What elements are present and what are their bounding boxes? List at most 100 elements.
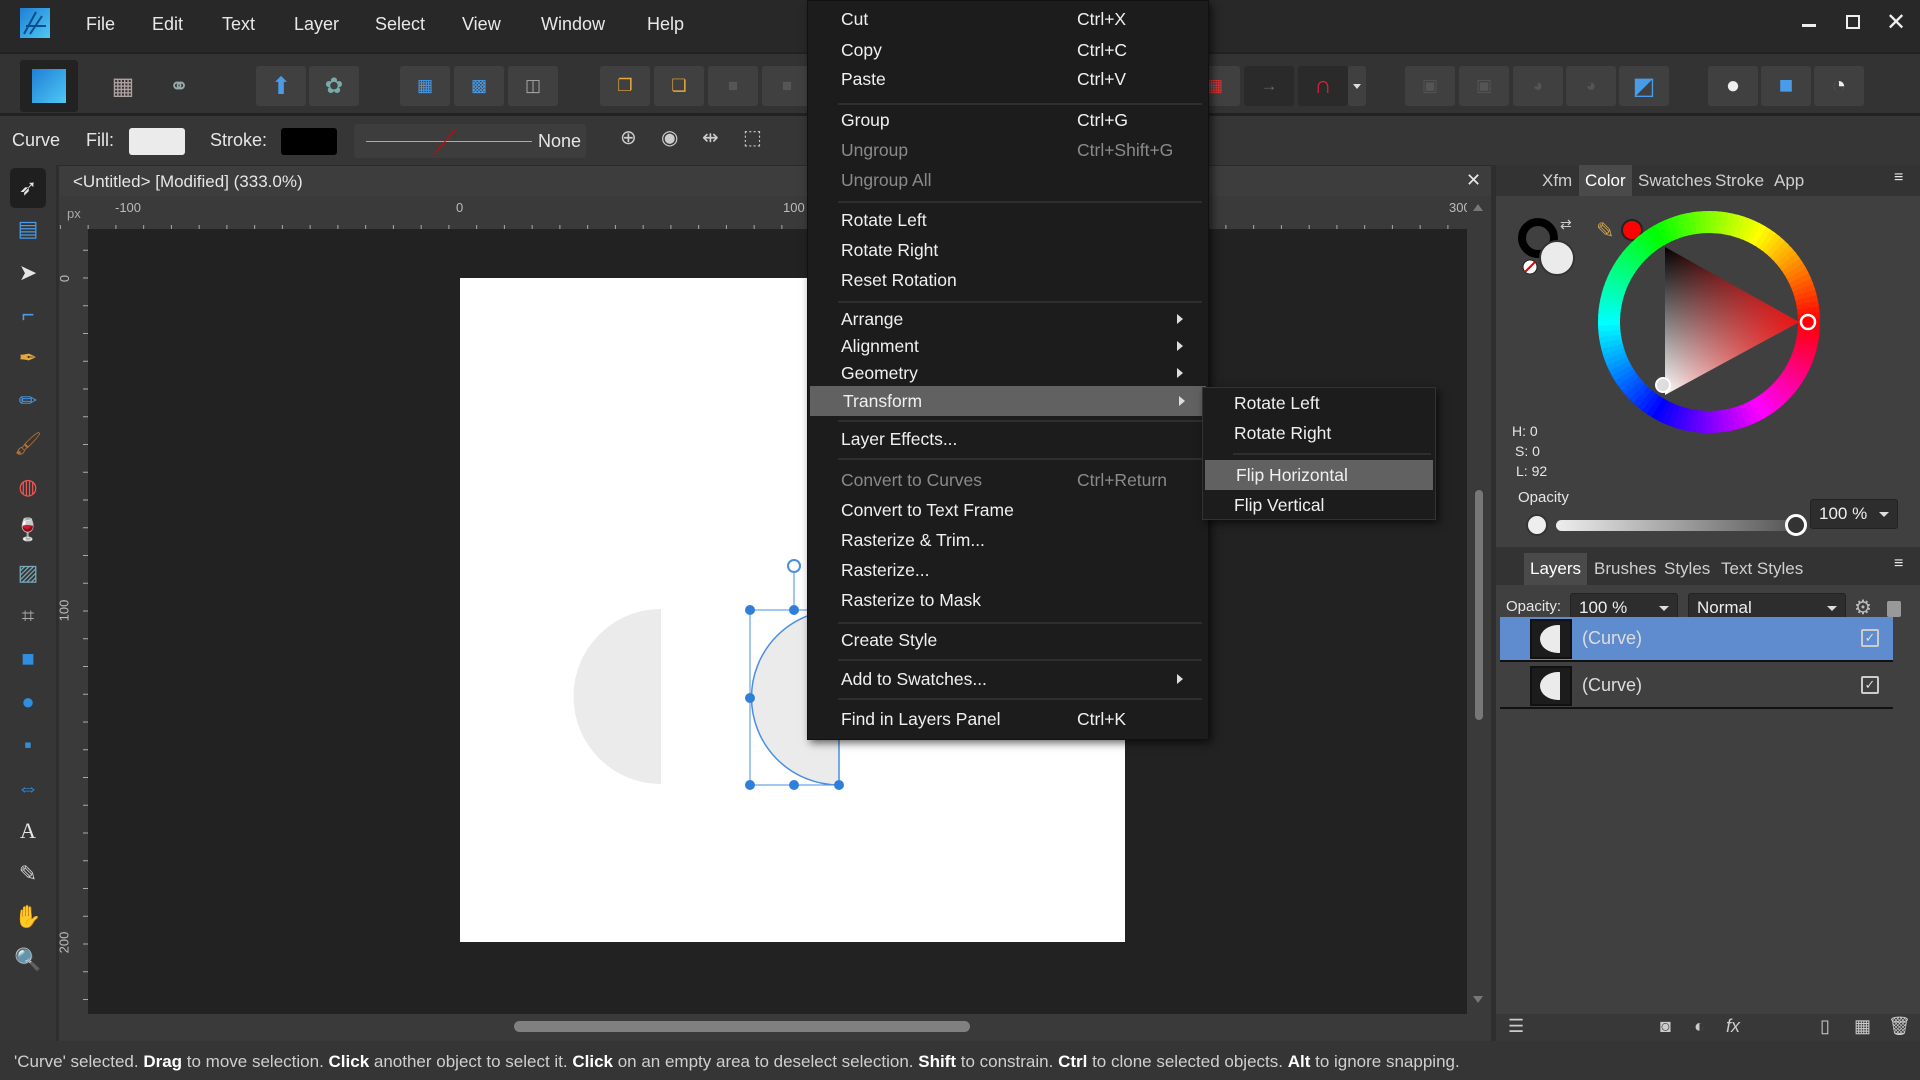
menu-item-find-in-layers-panel[interactable]: Find in Layers Panel Ctrl+K [808,704,1208,734]
submenu-item-rotate-left[interactable]: Rotate Left [1203,388,1435,418]
adjustment-icon[interactable]: ◐ [1694,1016,1705,1037]
menu-item-rotate-left[interactable]: Rotate Left [808,205,1208,235]
close-document-icon[interactable]: ✕ [1466,170,1481,191]
transform-objects-icon[interactable]: ⬚ [743,125,769,155]
snapping-dropdown[interactable] [1348,66,1366,106]
boolean-divide-icon[interactable]: ◩ [1619,66,1669,106]
menu-item-geometry[interactable]: Geometry [808,358,1208,388]
node-tool-icon[interactable]: ➤ [10,255,46,291]
arrange-back-icon[interactable]: ❏ [654,66,704,106]
snapping-magnet-icon[interactable]: ∩ [1298,66,1348,106]
menu-item-layer-effects[interactable]: Layer Effects... [808,424,1208,454]
pixel-layer-icon[interactable]: ▦ [1854,1016,1871,1037]
vector-brush-tool-icon[interactable]: 🖌 [10,426,46,462]
tab-xfm[interactable]: Xfm [1536,165,1578,196]
pencil-tool-icon[interactable]: ✏ [10,383,46,419]
color-picker-tool-icon[interactable]: ✎ [10,856,46,892]
fill-swatch[interactable] [129,128,185,155]
tab-stroke[interactable]: Stroke [1709,165,1770,196]
menu-window[interactable]: Window [541,14,605,35]
menu-item-ungroup-all[interactable]: Ungroup All [808,165,1208,195]
boolean-add-icon[interactable]: ▣ [1405,66,1455,106]
panel-menu-icon[interactable]: ≡ [1894,555,1903,573]
tab-styles[interactable]: Styles [1658,553,1716,584]
select-grid-icon[interactable]: ▩ [454,66,504,106]
opacity-slider-handle[interactable] [1785,514,1807,536]
tab-swatches[interactable]: Swatches [1632,165,1718,196]
menu-item-paste[interactable]: Paste Ctrl+V [808,64,1208,94]
menu-item-convert-to-curves[interactable]: Convert to Curves Ctrl+Return [808,465,1208,495]
menu-item-add-to-swatches[interactable]: Add to Swatches... [808,664,1208,694]
corner-tool-icon[interactable]: ⌐ [10,297,46,333]
layer-row[interactable]: (Curve) ✓ [1500,617,1893,662]
pen-tool-icon[interactable]: ✒ [10,340,46,376]
menu-item-arrange[interactable]: Arrange [808,304,1208,334]
place-image-tool-icon[interactable]: ▨ [10,555,46,591]
menu-layer[interactable]: Layer [294,14,339,35]
chevron-down-icon[interactable] [1827,606,1837,611]
submenu-item-flip-horizontal[interactable]: Flip Horizontal [1205,460,1433,490]
text-tool-icon[interactable]: A [10,813,46,849]
restore-icon[interactable] [1846,15,1860,29]
close-icon[interactable]: ✕ [1886,8,1906,37]
vertical-scroll-thumb[interactable] [1475,490,1483,720]
select-all-icon[interactable]: ▦ [400,66,450,106]
transparency-tool-icon[interactable]: 🍷 [10,512,46,548]
rounded-rectangle-tool-icon[interactable]: ▪ [10,727,46,763]
stroke-swatch[interactable] [281,128,337,155]
chevron-down-icon[interactable] [1879,512,1889,517]
ellipse-tool-icon[interactable]: ● [10,684,46,720]
chevron-down-icon[interactable] [1659,606,1669,611]
vertical-scrollbar[interactable] [1467,196,1491,1014]
arrow-shape-tool-icon[interactable]: ⇔ [10,770,46,806]
rectangle-tool-icon[interactable]: ■ [10,641,46,677]
submenu-item-rotate-right[interactable]: Rotate Right [1203,418,1435,448]
canvas[interactable] [88,229,1467,1014]
sync-icon[interactable]: ⬆ [256,66,306,106]
flip-icon[interactable]: ⇹ [702,125,728,155]
fill-tool-icon[interactable]: ◍ [10,469,46,505]
sync-off-icon[interactable]: ✿ [309,66,359,106]
opacity-slider[interactable] [1556,520,1796,531]
lock-icon[interactable] [1887,601,1901,617]
tab-text-styles[interactable]: Text Styles [1715,553,1809,584]
pixel-persona-icon[interactable]: ▦ [98,66,148,106]
menu-select[interactable]: Select [375,14,425,35]
document-tab[interactable]: <Untitled> [Modified] (333.0%) ✕ [59,165,1491,196]
trash-icon[interactable]: 🗑 [1888,1016,1911,1037]
horizontal-scroll-thumb[interactable] [514,1021,970,1032]
menu-item-rasterize[interactable]: Rasterize... [808,555,1208,585]
show-bounds-icon[interactable]: ◉ [661,125,687,155]
menu-edit[interactable]: Edit [152,14,183,35]
fx-icon[interactable]: fx [1726,1016,1740,1037]
boolean-subtract-icon[interactable]: ▣ [1459,66,1509,106]
designer-persona-button[interactable] [20,60,78,112]
menu-item-reset-rotation[interactable]: Reset Rotation [808,265,1208,295]
menu-item-create-style[interactable]: Create Style [808,625,1208,655]
menu-item-ungroup[interactable]: Ungroup Ctrl+Shift+G [808,135,1208,165]
layer-row[interactable]: (Curve) ✓ [1500,664,1893,709]
layer-visibility-checkbox[interactable]: ✓ [1861,629,1879,647]
view-tool-icon[interactable]: ✋ [10,899,46,935]
insert-behind-icon[interactable]: ● [1708,66,1758,106]
tab-app[interactable]: App [1768,165,1810,196]
menu-item-alignment[interactable]: Alignment [808,331,1208,361]
menu-text[interactable]: Text [222,14,255,35]
submenu-item-flip-vertical[interactable]: Flip Vertical [1203,490,1435,520]
tab-brushes[interactable]: Brushes [1588,553,1662,584]
menu-file[interactable]: File [86,14,115,35]
scroll-up-icon[interactable] [1473,204,1483,211]
mask-icon[interactable]: ◙ [1660,1016,1671,1037]
move-tool-icon[interactable]: ➶ [10,168,46,208]
layers-stack-icon[interactable]: ☰ [1508,1016,1524,1037]
menu-item-rasterize-trim[interactable]: Rasterize & Trim... [808,525,1208,555]
arrange-backward-icon[interactable]: ■ [762,66,812,106]
tab-layers[interactable]: Layers [1524,553,1588,585]
menu-help[interactable]: Help [647,14,684,35]
menu-item-group[interactable]: Group Ctrl+G [808,105,1208,135]
menu-item-cut[interactable]: Cut Ctrl+X [808,4,1208,34]
boolean-xor-icon[interactable]: ◕ [1566,66,1616,106]
transform-origin-icon[interactable]: ⊕ [620,125,646,155]
artboard-tool-icon[interactable]: ▤ [10,211,46,247]
export-persona-icon[interactable]: ⚭ [154,66,204,106]
